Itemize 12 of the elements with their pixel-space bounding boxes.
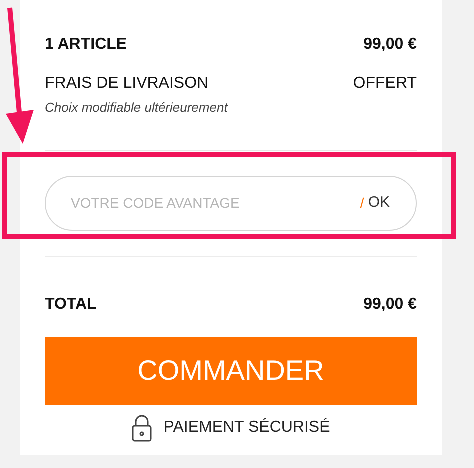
promo-code-field[interactable]: VOTRE CODE AVANTAGE / OK: [45, 176, 417, 230]
separator-slash: /: [360, 194, 364, 212]
line-label: FRAIS DE LIVRAISON: [45, 74, 209, 94]
total-label: TOTAL: [45, 294, 97, 314]
total-value: 99,00 €: [364, 294, 417, 314]
line-label: 1 ARTICLE: [45, 35, 128, 55]
ok-button[interactable]: OK: [368, 192, 390, 214]
line-value: 99,00 €: [364, 35, 417, 55]
padlock-icon: [132, 414, 152, 442]
secure-payment-note: PAIEMENT SÉCURISÉ: [164, 417, 330, 438]
line-note: Choix modifiable ultérieurement: [45, 99, 230, 117]
line-value: OFFERT: [353, 74, 417, 94]
